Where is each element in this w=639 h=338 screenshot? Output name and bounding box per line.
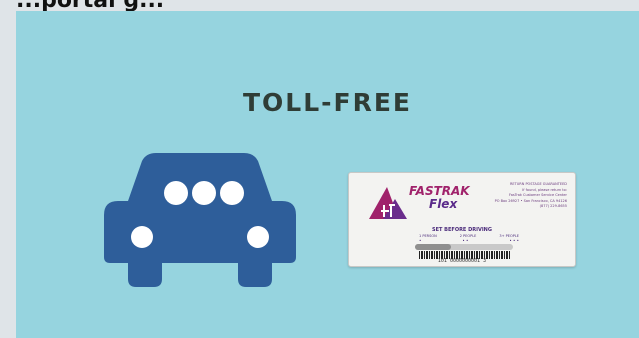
occupancy-dots: • • • • • •: [419, 239, 519, 243]
slide-heading: TOLL-FREE: [242, 88, 413, 117]
screenshot-frame: ...portal g... TOLL-FREE FASTRAK Flex RE…: [0, 0, 639, 338]
set-before-driving: SET BEFORE DRIVING: [432, 227, 492, 233]
occupancy-switch-knob[interactable]: [415, 244, 451, 250]
fastrak-flex-tag: FASTRAK Flex RETURN POSTAGE GUARANTEED I…: [348, 172, 576, 267]
tag-brand-sub: Flex: [429, 197, 458, 211]
tag-serial: 101 0000000001 3: [437, 258, 487, 264]
return-address: RETURN POSTAGE GUARANTEED If found, plea…: [467, 182, 567, 210]
slide-panel: TOLL-FREE FASTRAK Flex RETURN POSTAGE GU…: [16, 11, 639, 338]
occupancy-dot: •: [419, 238, 422, 243]
fastrak-logo-icon: [369, 187, 407, 219]
occupancy-dot: • •: [462, 238, 469, 243]
car-icon: [104, 153, 296, 287]
return-line: (877) 229-8655: [539, 204, 567, 208]
occupancy-dot: • • •: [509, 238, 519, 243]
